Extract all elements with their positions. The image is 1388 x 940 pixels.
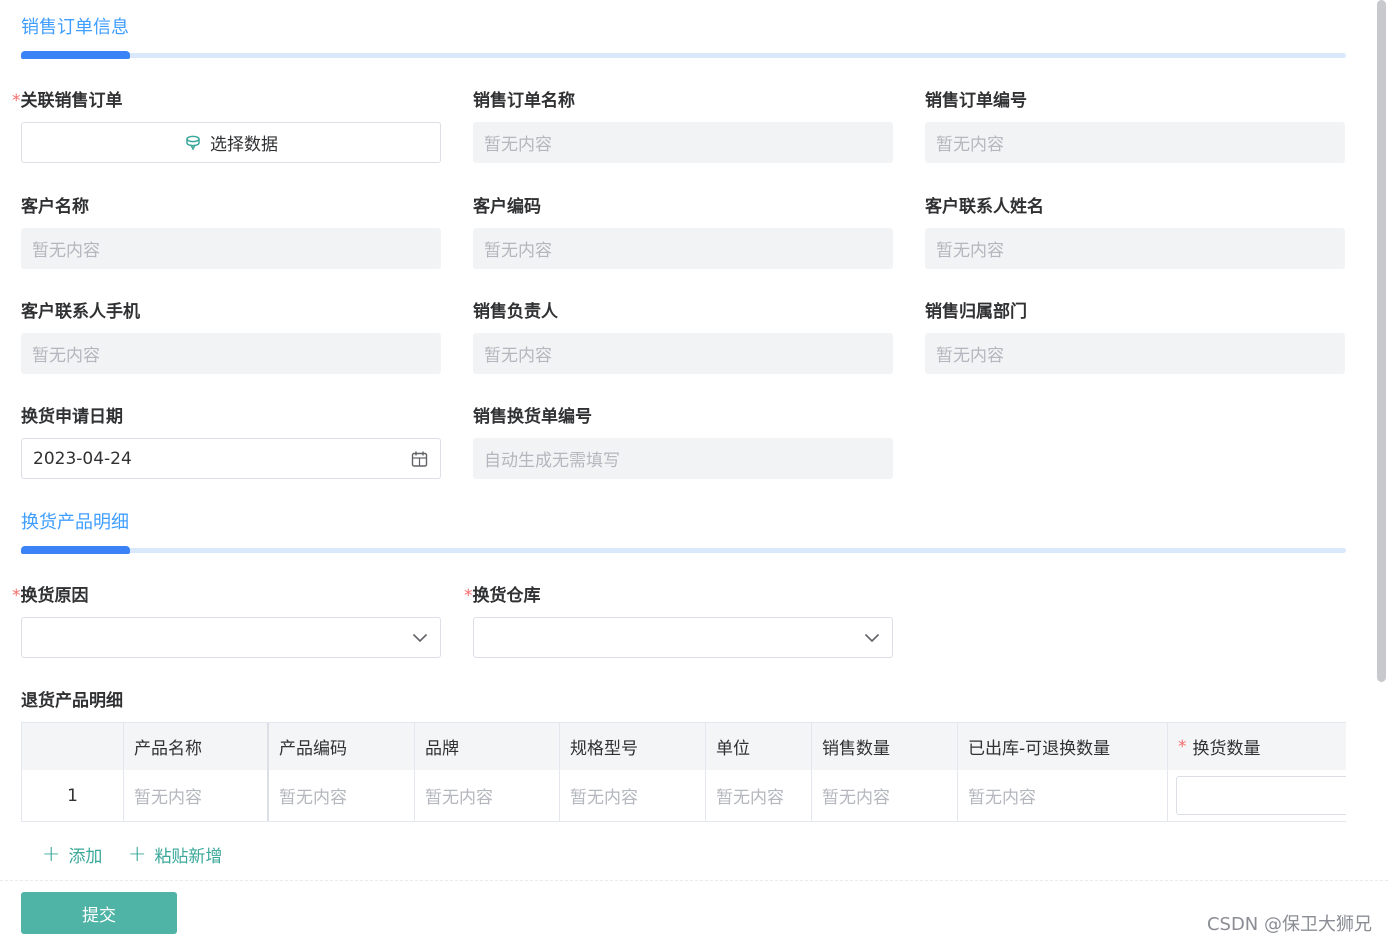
- label-return-table: 退货产品明细: [21, 691, 123, 711]
- column-header-label: 换货数量: [1192, 739, 1261, 759]
- label-sales-dept: 销售归属部门: [925, 302, 1027, 322]
- column-header-product-code: 产品编码: [269, 723, 415, 770]
- chevron-down-icon: [412, 633, 428, 643]
- cell-spec: 暂无内容: [560, 770, 706, 821]
- cell-returnable-qty: 暂无内容: [958, 770, 1168, 821]
- cell-exchange-qty: [1168, 770, 1346, 821]
- select-data-button[interactable]: 选择数据: [21, 122, 441, 163]
- column-header-product-name: 产品名称: [124, 723, 269, 770]
- exchange-warehouse-select[interactable]: [473, 617, 893, 658]
- label-contact-name: 客户联系人姓名: [925, 197, 1044, 217]
- table-header: 产品名称 产品编码 品牌 规格型号 单位 销售数量 已出库-可退换数量 * 换货数…: [22, 723, 1346, 771]
- submit-button[interactable]: 提交: [21, 892, 177, 934]
- column-header-spec: 规格型号: [560, 723, 706, 770]
- customer-name-field: 暂无内容: [21, 228, 441, 269]
- chevron-down-icon: [864, 633, 880, 643]
- column-header-exchange-qty: * 换货数量: [1168, 723, 1346, 770]
- page: 销售订单信息 *关联销售订单 选择数据 销售订单名称 暂无内容 销售订单编号 暂…: [0, 0, 1388, 940]
- column-header-unit: 单位: [706, 723, 812, 770]
- label-sales-owner: 销售负责人: [473, 302, 558, 322]
- paste-add-button[interactable]: + 粘贴新增: [128, 842, 222, 867]
- add-row-button[interactable]: + 添加: [42, 842, 102, 867]
- cell-product-code: 暂无内容: [269, 770, 415, 821]
- column-header-brand: 品牌: [415, 723, 560, 770]
- exchange-no-field: 自动生成无需填写: [473, 438, 893, 479]
- label-exchange-no: 销售换货单编号: [473, 407, 592, 427]
- row-index: 1: [22, 770, 124, 821]
- cell-product-name: 暂无内容: [124, 770, 269, 821]
- database-icon: [184, 134, 202, 152]
- cell-unit: 暂无内容: [706, 770, 812, 821]
- cell-sales-qty: 暂无内容: [812, 770, 958, 821]
- return-product-table: 产品名称 产品编码 品牌 规格型号 单位 销售数量 已出库-可退换数量 * 换货数…: [21, 722, 1346, 822]
- order-name-field: 暂无内容: [473, 122, 893, 163]
- label-text: 换货原因: [20, 586, 89, 606]
- label-exchange-date: 换货申请日期: [21, 407, 123, 427]
- section-divider-accent: [21, 546, 130, 554]
- footer-divider: [0, 880, 1388, 881]
- sales-dept-field: 暂无内容: [925, 333, 1345, 374]
- table-row: 1 暂无内容 暂无内容 暂无内容 暂无内容 暂无内容 暂无内容 暂无内容: [22, 770, 1346, 821]
- order-no-field: 暂无内容: [925, 122, 1345, 163]
- section-divider: [21, 51, 1346, 59]
- label-exchange-warehouse: *换货仓库: [464, 588, 541, 605]
- label-order-no: 销售订单编号: [925, 91, 1027, 111]
- section-divider-accent: [21, 51, 130, 59]
- required-mark: *: [1178, 736, 1187, 757]
- section-divider: [21, 546, 1346, 554]
- label-order-name: 销售订单名称: [473, 91, 575, 111]
- paste-add-label: 粘贴新增: [154, 847, 223, 867]
- cell-brand: 暂无内容: [415, 770, 560, 821]
- calendar-icon[interactable]: [411, 450, 428, 467]
- vertical-scrollbar[interactable]: [1377, 0, 1386, 682]
- label-related-order: *关联销售订单: [12, 93, 123, 110]
- contact-phone-field: 暂无内容: [21, 333, 441, 374]
- column-header-index: [22, 723, 124, 770]
- exchange-qty-input[interactable]: [1176, 776, 1346, 815]
- column-header-returnable-qty: 已出库-可退换数量: [958, 723, 1168, 770]
- exchange-date-picker[interactable]: 2023-04-24: [21, 438, 441, 479]
- label-exchange-reason: *换货原因: [12, 588, 89, 605]
- required-mark: *: [464, 586, 473, 606]
- required-mark: *: [12, 586, 21, 606]
- contact-name-field: 暂无内容: [925, 228, 1345, 269]
- column-header-sales-qty: 销售数量: [812, 723, 958, 770]
- section-title-order-info: 销售订单信息: [21, 17, 129, 38]
- required-mark: *: [12, 91, 21, 111]
- plus-icon: +: [128, 841, 147, 867]
- sales-owner-field: 暂无内容: [473, 333, 893, 374]
- label-contact-phone: 客户联系人手机: [21, 302, 140, 322]
- label-customer-code: 客户编码: [473, 197, 541, 217]
- add-row-label: 添加: [68, 847, 103, 867]
- label-customer-name: 客户名称: [21, 197, 89, 217]
- select-data-label: 选择数据: [210, 135, 278, 155]
- watermark: CSDN @保卫大狮兄: [1206, 914, 1372, 935]
- label-text: 关联销售订单: [20, 91, 123, 111]
- exchange-reason-select[interactable]: [21, 617, 441, 658]
- customer-code-field: 暂无内容: [473, 228, 893, 269]
- label-text: 换货仓库: [472, 586, 541, 606]
- exchange-date-value: 2023-04-24: [33, 448, 132, 469]
- plus-icon: +: [42, 841, 61, 867]
- section-title-product-detail: 换货产品明细: [21, 512, 129, 533]
